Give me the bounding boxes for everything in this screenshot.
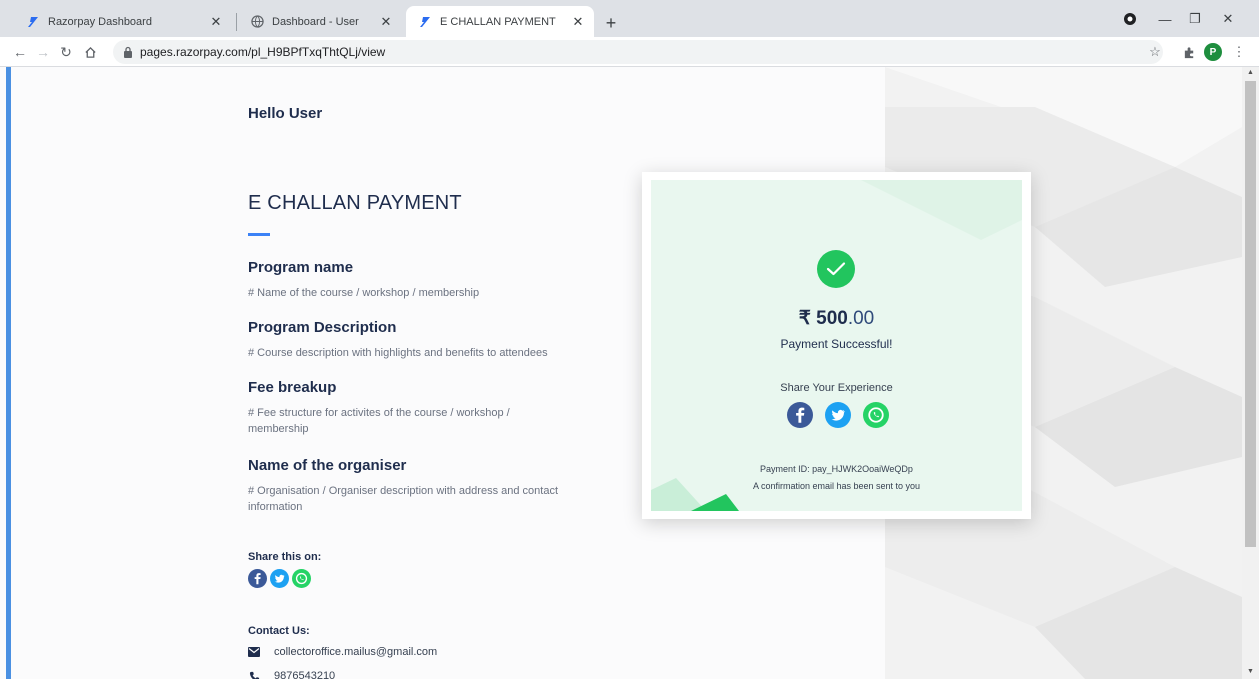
payment-success-card: ₹ 500.00 Payment Successful! Share Your …	[642, 172, 1031, 519]
browser-toolbar: ← → ↻ pages.razorpay.com/pl_H9BPfTxqThtQ…	[0, 37, 1259, 67]
back-icon[interactable]: ←	[10, 42, 30, 62]
payment-amount: ₹ 500.00	[651, 307, 1022, 330]
contact-email-text: collectoroffice.mailus@gmail.com	[274, 646, 438, 658]
amount-whole: 500	[816, 308, 848, 329]
phone-icon	[248, 670, 260, 679]
title-underline	[248, 233, 270, 236]
tab-dashboard-user[interactable]: Dashboard - User ✕	[238, 6, 402, 37]
program-name-text: # Name of the course / workshop / member…	[248, 287, 480, 299]
browser-tab-strip: Razorpay Dashboard ✕ Dashboard - User ✕ …	[0, 0, 1259, 37]
new-tab-button[interactable]: +	[599, 11, 623, 35]
globe-icon	[250, 15, 264, 29]
extension-record-icon[interactable]	[1115, 9, 1145, 29]
tab-title: Razorpay Dashboard	[48, 15, 152, 28]
tab-e-challan-payment[interactable]: E CHALLAN PAYMENT ✕	[406, 6, 594, 37]
card-share-links	[787, 402, 889, 433]
bookmark-star-icon[interactable]: ☆	[1146, 43, 1164, 61]
minimize-icon[interactable]: —	[1150, 9, 1180, 29]
restore-icon[interactable]: ❐	[1180, 9, 1210, 29]
success-check-icon	[817, 250, 855, 288]
reload-icon[interactable]: ↻	[56, 42, 76, 62]
menu-kebab-icon[interactable]: ⋮	[1230, 43, 1248, 61]
address-bar[interactable]: pages.razorpay.com/pl_H9BPfTxqThtQLj/vie…	[113, 40, 1163, 64]
razorpay-icon	[26, 15, 40, 29]
program-description-text: # Course description with highlights and…	[248, 347, 548, 359]
extensions-puzzle-icon[interactable]	[1180, 43, 1198, 61]
scroll-up-arrow[interactable]: ▲	[1245, 69, 1256, 76]
facebook-icon[interactable]	[787, 402, 813, 433]
home-icon[interactable]	[80, 42, 100, 62]
close-tab-icon[interactable]: ✕	[378, 14, 394, 30]
lock-icon	[123, 46, 133, 58]
twitter-icon[interactable]	[270, 569, 289, 593]
close-tab-icon[interactable]: ✕	[208, 14, 224, 30]
fee-breakup-heading: Fee breakup	[248, 379, 337, 396]
contact-email[interactable]: collectoroffice.mailus@gmail.com	[248, 646, 437, 658]
tab-title: E CHALLAN PAYMENT	[440, 15, 556, 28]
contact-phone-text: 9876543210	[274, 670, 336, 679]
whatsapp-icon[interactable]	[292, 569, 311, 593]
twitter-icon[interactable]	[825, 402, 851, 433]
greeting: Hello User	[248, 105, 323, 122]
organiser-text: # Organisation / Organiser description w…	[248, 485, 558, 513]
scroll-down-arrow[interactable]: ▼	[1245, 668, 1256, 675]
close-tab-icon[interactable]: ✕	[570, 14, 586, 30]
contact-phone[interactable]: 9876543210	[248, 670, 335, 679]
tab-razorpay-dashboard[interactable]: Razorpay Dashboard ✕	[14, 6, 232, 37]
close-window-icon[interactable]: ✕	[1213, 9, 1243, 29]
scrollbar-thumb[interactable]	[1245, 81, 1256, 547]
currency-symbol: ₹	[798, 308, 811, 329]
payment-status: Payment Successful!	[780, 337, 893, 351]
share-experience-label: Share Your Experience	[780, 382, 893, 394]
contact-heading: Contact Us:	[248, 625, 310, 637]
left-accent-bar	[6, 67, 11, 679]
forward-icon[interactable]: →	[33, 42, 53, 62]
fee-breakup-text: # Fee structure for activites of the cou…	[248, 407, 510, 435]
page-viewport: Hello User E CHALLAN PAYMENT Program nam…	[0, 67, 1259, 679]
page-title: E CHALLAN PAYMENT	[248, 192, 462, 214]
confirmation-message: A confirmation email has been sent to yo…	[752, 481, 921, 491]
amount-decimal: .00	[847, 308, 875, 329]
razorpay-icon	[418, 15, 432, 29]
payment-id: Payment ID: pay_HJWK2OoaiWeQDp	[760, 464, 913, 474]
profile-avatar[interactable]: P	[1204, 43, 1222, 61]
program-description-heading: Program Description	[248, 319, 397, 336]
url-text: pages.razorpay.com/pl_H9BPfTxqThtQLj/vie…	[140, 45, 386, 59]
program-name-heading: Program name	[248, 259, 354, 276]
organiser-heading: Name of the organiser	[248, 457, 407, 474]
whatsapp-icon[interactable]	[863, 402, 889, 433]
tab-title: Dashboard - User	[272, 15, 359, 28]
share-heading: Share this on:	[248, 551, 322, 563]
share-links	[248, 569, 311, 593]
mail-icon	[248, 646, 260, 658]
payment-success-panel: ₹ 500.00 Payment Successful! Share Your …	[651, 180, 1022, 511]
facebook-icon[interactable]	[248, 569, 267, 593]
